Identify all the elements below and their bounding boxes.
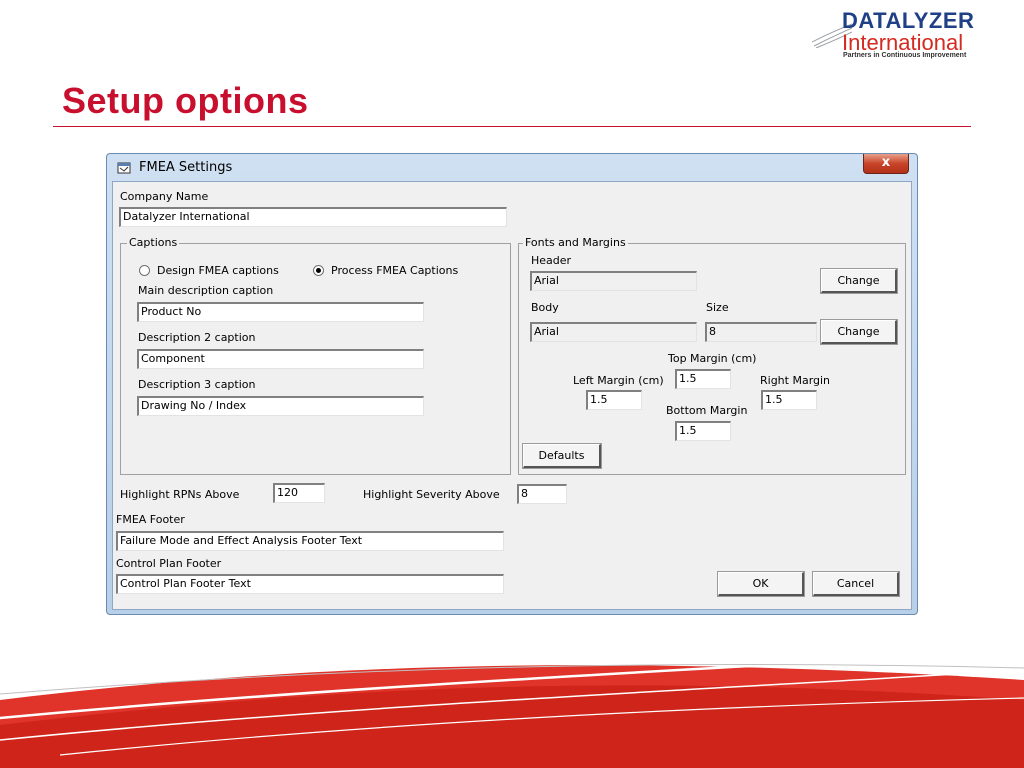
bottom-margin-label: Bottom Margin — [666, 404, 748, 417]
decorative-swoosh — [0, 648, 1024, 768]
design-fmea-label: Design FMEA captions — [157, 264, 279, 277]
control-plan-footer-input[interactable]: Control Plan Footer Text — [116, 574, 504, 594]
description-3-input[interactable]: Drawing No / Index — [137, 396, 424, 416]
highlight-severity-label: Highlight Severity Above — [363, 488, 500, 501]
fmea-footer-label: FMEA Footer — [116, 513, 185, 526]
header-font-label: Header — [531, 254, 572, 267]
dialog-client-area: Company Name Datalyzer International Cap… — [112, 181, 912, 610]
left-margin-label: Left Margin (cm) — [573, 374, 664, 387]
highlight-severity-input[interactable]: 8 — [517, 484, 567, 504]
highlight-rpn-label: Highlight RPNs Above — [120, 488, 240, 501]
ok-button[interactable]: OK — [717, 571, 805, 597]
main-description-input[interactable]: Product No — [137, 302, 424, 322]
captions-group-label: Captions — [127, 236, 180, 249]
fonts-margins-group-label: Fonts and Margins — [523, 236, 628, 249]
window-title: FMEA Settings — [139, 160, 233, 175]
fonts-margins-group: Fonts and Margins Header Arial Change Bo… — [518, 236, 906, 475]
body-font-label: Body — [531, 301, 559, 314]
fmea-settings-window: FMEA Settings x Company Name Datalyzer I… — [106, 153, 918, 615]
window-app-icon — [117, 162, 131, 174]
company-name-input[interactable]: Datalyzer International — [119, 207, 507, 227]
description-2-label: Description 2 caption — [138, 331, 256, 344]
control-plan-footer-label: Control Plan Footer — [116, 557, 222, 570]
cancel-button[interactable]: Cancel — [812, 571, 900, 597]
description-3-label: Description 3 caption — [138, 378, 256, 391]
close-button[interactable]: x — [863, 154, 909, 174]
fmea-footer-input[interactable]: Failure Mode and Effect Analysis Footer … — [116, 531, 504, 551]
right-margin-input[interactable]: 1.5 — [761, 390, 817, 410]
right-margin-label: Right Margin — [760, 374, 831, 387]
body-change-button[interactable]: Change — [820, 319, 898, 345]
description-2-input[interactable]: Component — [137, 349, 424, 369]
body-font-field[interactable]: Arial — [530, 322, 697, 342]
process-fmea-label: Process FMEA Captions — [331, 264, 459, 277]
size-label: Size — [706, 301, 729, 314]
defaults-button[interactable]: Defaults — [522, 443, 602, 469]
main-description-label: Main description caption — [138, 284, 274, 297]
logo-tagline: Partners in Continuous Improvement — [843, 52, 967, 59]
process-fmea-radio[interactable] — [313, 265, 324, 276]
top-margin-input[interactable]: 1.5 — [675, 369, 731, 389]
slide-title: Setup options — [62, 80, 309, 121]
bottom-margin-input[interactable]: 1.5 — [675, 421, 731, 441]
header-change-button[interactable]: Change — [820, 268, 898, 294]
company-name-label: Company Name — [120, 190, 209, 203]
close-icon: x — [881, 155, 891, 170]
title-divider — [53, 126, 971, 127]
highlight-rpn-input[interactable]: 120 — [273, 483, 325, 503]
design-fmea-radio[interactable] — [139, 265, 150, 276]
top-margin-label: Top Margin (cm) — [668, 352, 757, 365]
left-margin-input[interactable]: 1.5 — [586, 390, 642, 410]
captions-group: Captions Design FMEA captions Process FM… — [120, 236, 511, 475]
body-size-field[interactable]: 8 — [705, 322, 817, 342]
header-font-field[interactable]: Arial — [530, 271, 697, 291]
